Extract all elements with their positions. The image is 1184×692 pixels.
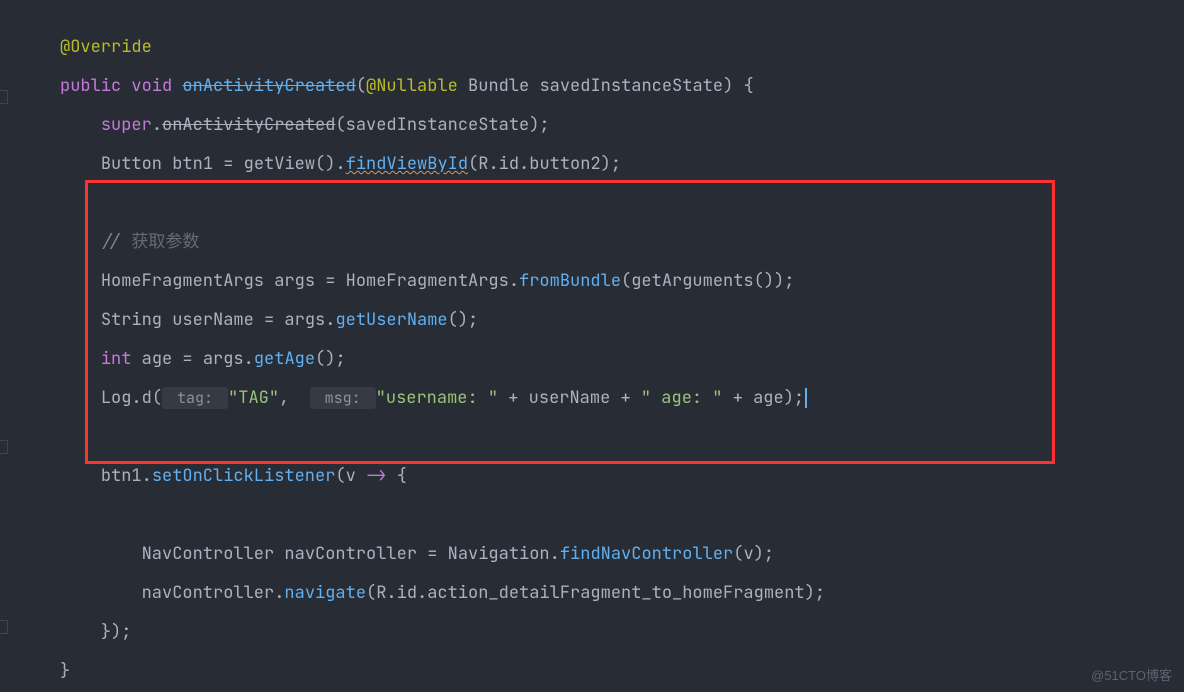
code-line-13[interactable]: }); [0, 613, 1184, 652]
code-line-11[interactable]: NavController navController = Navigation… [0, 535, 1184, 574]
param-hint-tag: tag: [162, 387, 228, 409]
code-line-blank3[interactable] [0, 496, 1184, 535]
code-editor[interactable]: @Override public void onActivityCreated(… [0, 28, 1184, 691]
code-line-7[interactable]: String userName = args.getUserName(); [0, 301, 1184, 340]
code-line-1[interactable]: @Override [0, 28, 1184, 67]
code-line-12[interactable]: navController.navigate(R.id.action_detai… [0, 574, 1184, 613]
code-line-10[interactable]: btn1.setOnClickListener(v -> { [0, 457, 1184, 496]
param-hint-msg: msg: [310, 387, 376, 409]
code-line-5[interactable]: // 获取参数 [0, 223, 1184, 262]
code-line-8[interactable]: int age = args.getAge(); [0, 340, 1184, 379]
code-line-4[interactable]: Button btn1 = getView().findViewById(R.i… [0, 145, 1184, 184]
text-cursor [805, 388, 807, 408]
gutter [0, 0, 10, 692]
code-line-blank[interactable] [0, 184, 1184, 223]
code-line-3[interactable]: super.onActivityCreated(savedInstanceSta… [0, 106, 1184, 145]
code-line-blank2[interactable] [0, 418, 1184, 457]
annotation: @Override [60, 36, 152, 58]
code-line-6[interactable]: HomeFragmentArgs args = HomeFragmentArgs… [0, 262, 1184, 301]
code-line-14[interactable]: } [0, 652, 1184, 691]
code-line-2[interactable]: public void onActivityCreated(@Nullable … [0, 67, 1184, 106]
code-line-9[interactable]: Log.d( tag: "TAG", msg: "username: " + u… [0, 379, 1184, 418]
watermark: @51CTO博客 [1091, 665, 1172, 684]
